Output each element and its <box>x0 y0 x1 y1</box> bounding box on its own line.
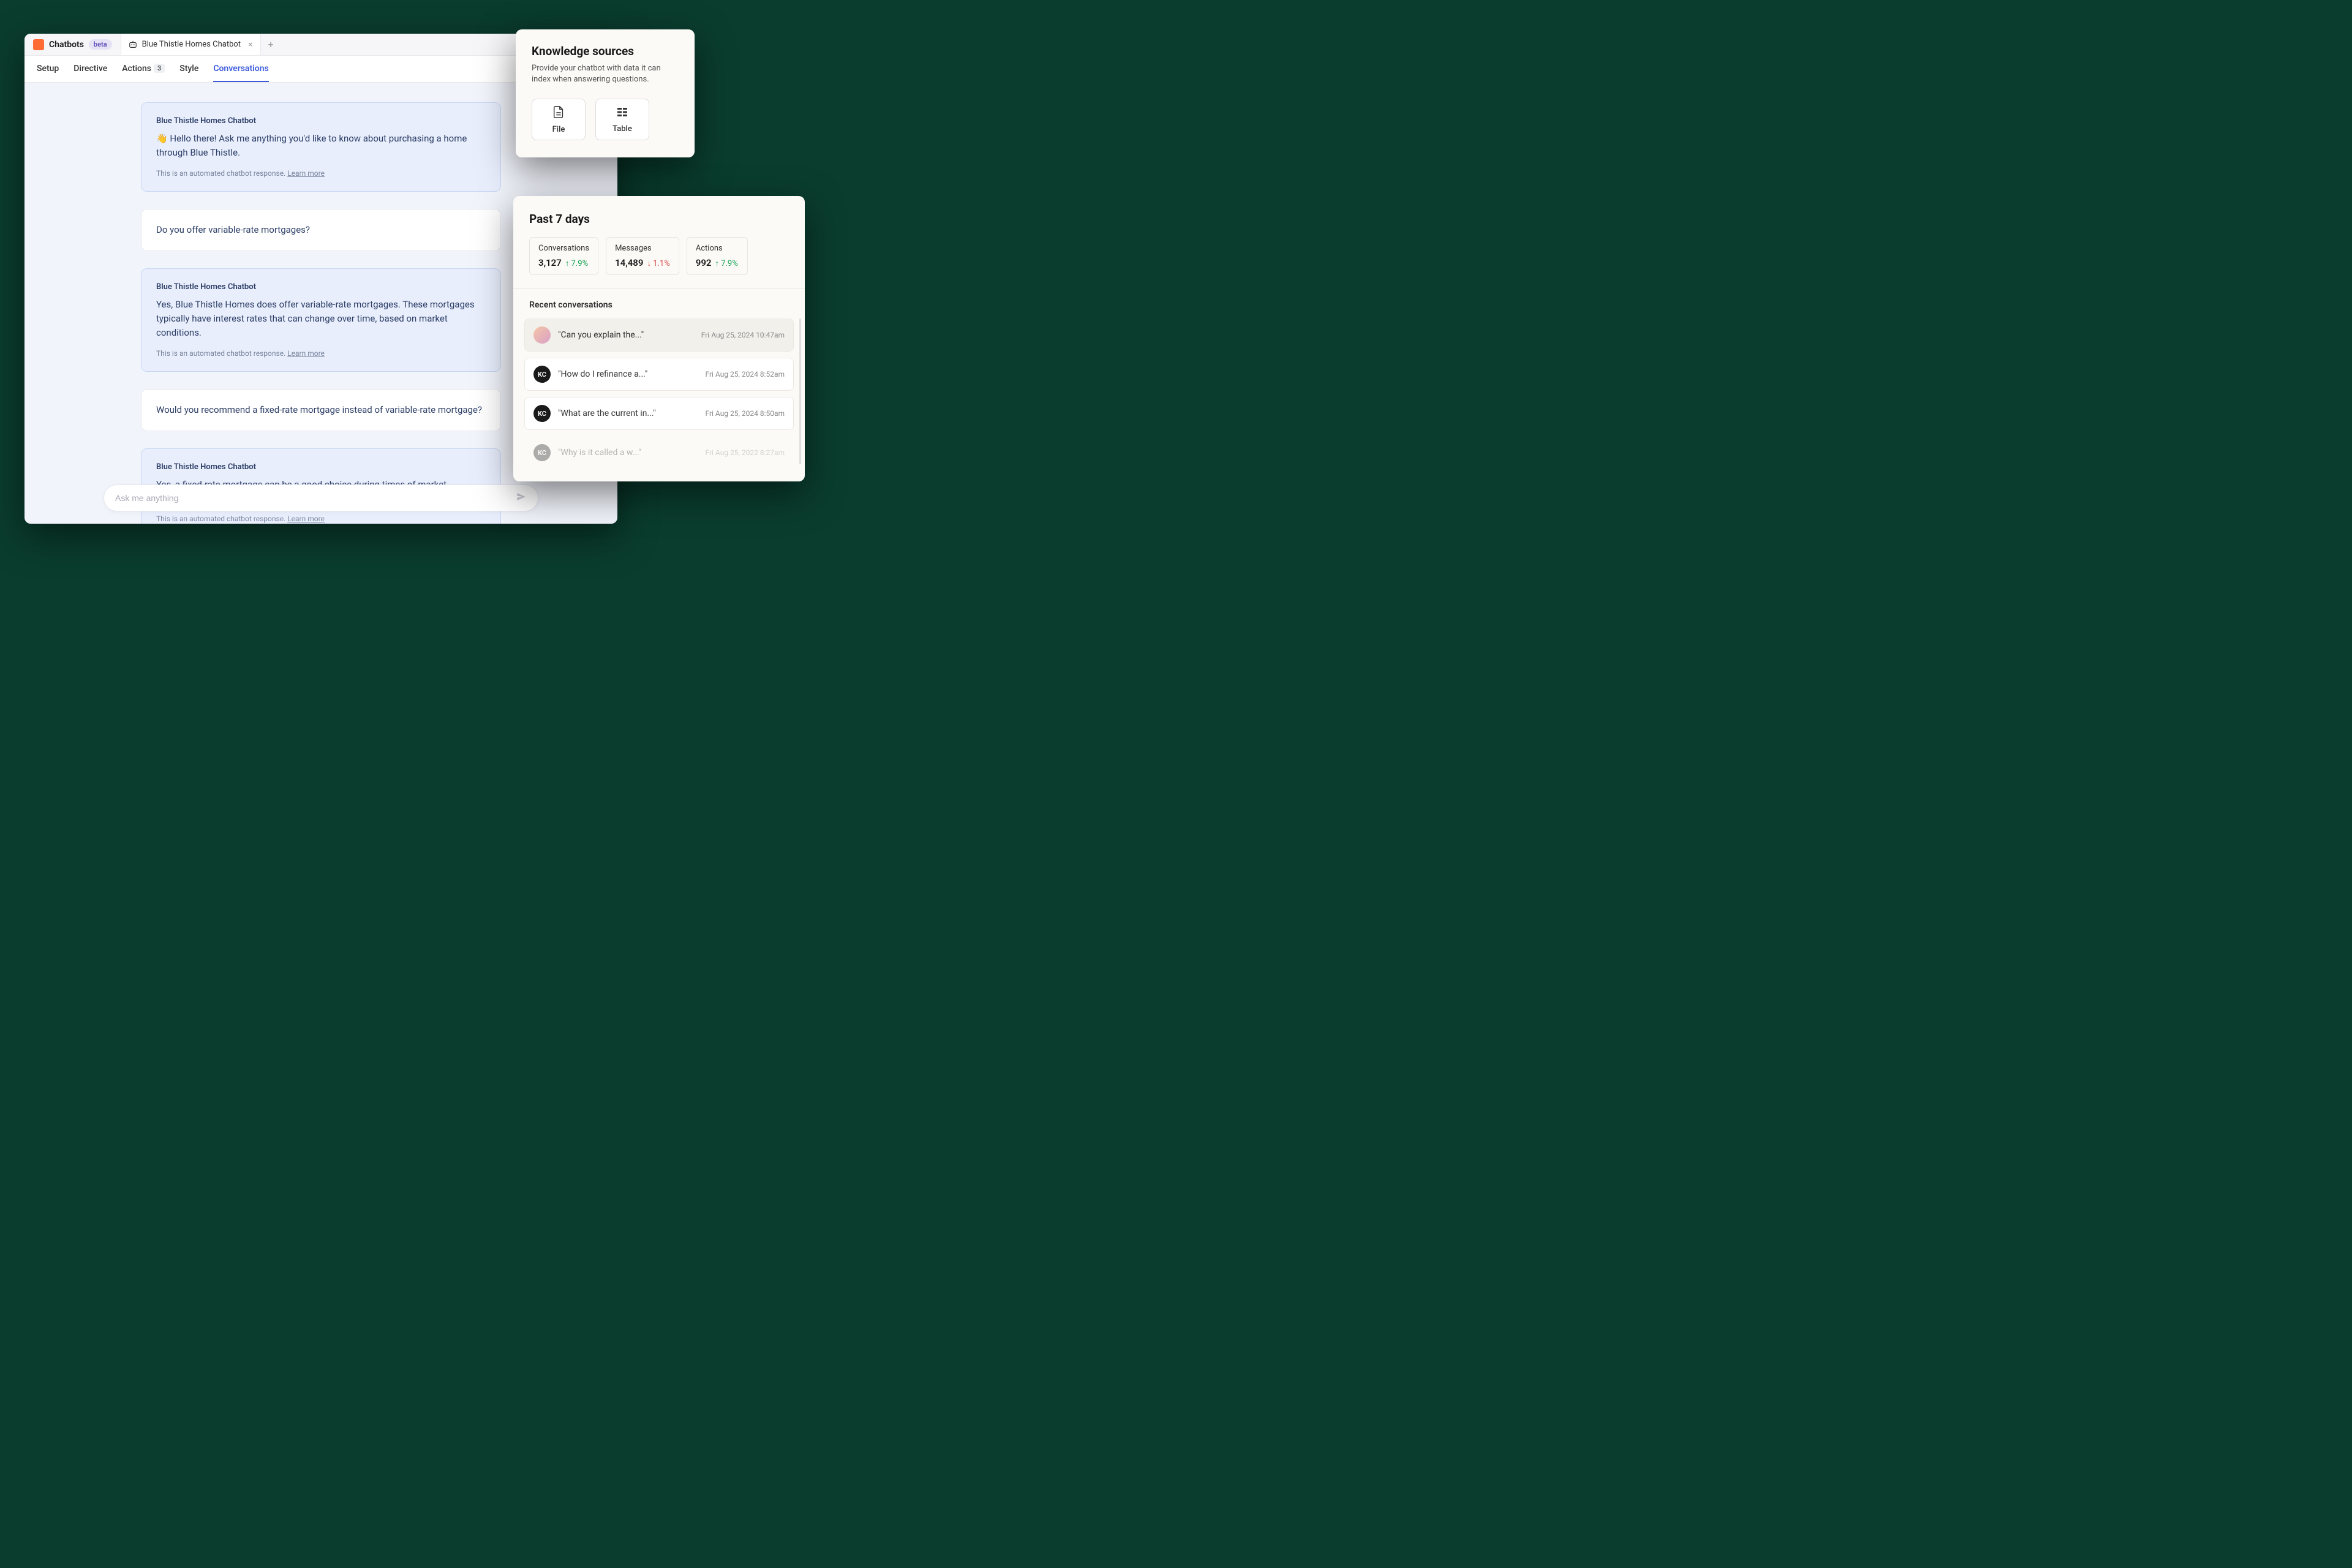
message-sender: Blue Thistle Homes Chatbot <box>156 282 486 292</box>
chat-input[interactable] <box>115 493 516 503</box>
message-sender: Blue Thistle Homes Chatbot <box>156 116 486 126</box>
stat-delta-up: ↑ 7.9% <box>715 259 737 268</box>
beta-badge: beta <box>89 39 112 50</box>
stat-card: Conversations 3,127↑ 7.9% <box>529 237 598 275</box>
tab-title: Blue Thistle Homes Chatbot <box>142 40 241 49</box>
conversation-text: "How do I refinance a..." <box>558 369 698 379</box>
user-message: Do you offer variable-rate mortgages? <box>141 209 501 251</box>
avatar: KC <box>533 366 551 383</box>
learn-more-link[interactable]: Learn more <box>287 349 325 358</box>
user-message: Would you recommend a fixed-rate mortgag… <box>141 389 501 431</box>
recent-title: Recent conversations <box>513 300 805 318</box>
message-body: Would you recommend a fixed-rate mortgag… <box>156 403 486 417</box>
message-body: Do you offer variable-rate mortgages? <box>156 223 486 237</box>
avatar: KC <box>533 444 551 461</box>
chat-input-bar <box>104 484 538 511</box>
avatar: KC <box>533 405 551 422</box>
message-sender: Blue Thistle Homes Chatbot <box>156 462 486 472</box>
stat-card: Messages 14,489 ↓ 1.1% <box>606 237 679 275</box>
stats-title: Past 7 days <box>529 212 789 226</box>
conversation-time: Fri Aug 25, 2022 8:27am <box>705 448 785 457</box>
send-icon[interactable] <box>516 491 527 505</box>
conversation-text: "Can you explain the..." <box>558 330 694 340</box>
message-body: Yes, Blue Thistle Homes does offer varia… <box>156 298 486 341</box>
conversation-item[interactable]: KC "How do I refinance a..." Fri Aug 25, 2… <box>524 358 794 391</box>
message-footer: This is an automated chatbot response. L… <box>156 169 486 178</box>
stat-label: Conversations <box>538 244 589 253</box>
conversation-time: Fri Aug 25, 2024 8:50am <box>705 409 785 418</box>
file-icon <box>552 105 565 121</box>
app-icon <box>33 39 44 50</box>
knowledge-table-button[interactable]: Table <box>595 99 649 140</box>
knowledge-buttons: File Table <box>532 99 679 140</box>
bot-message: Blue Thistle Homes Chatbot Yes, Blue This… <box>141 268 501 372</box>
file-label: File <box>552 125 565 134</box>
actions-count-badge: 3 <box>154 64 165 73</box>
avatar <box>533 326 551 344</box>
knowledge-title: Knowledge sources <box>532 44 679 58</box>
stat-value: 992 <box>696 257 712 268</box>
conversation-time: Fri Aug 25, 2024 8:52am <box>705 370 785 379</box>
subnav-setup[interactable]: Setup <box>37 56 59 82</box>
knowledge-sources-card: Knowledge sources Provide your chatbot w… <box>516 29 695 157</box>
subnav-conversations[interactable]: Conversations <box>213 56 268 82</box>
learn-more-link[interactable]: Learn more <box>287 514 325 523</box>
tab-add-button[interactable]: + <box>261 39 281 50</box>
message-footer: This is an automated chatbot response. L… <box>156 514 486 523</box>
conversation-text: "What are the current in..." <box>558 409 698 418</box>
conversation-time: Fri Aug 25, 2024 10:47am <box>701 331 785 339</box>
stat-label: Messages <box>615 244 670 253</box>
table-icon <box>616 106 628 121</box>
stats-card: Past 7 days Conversations3,127↑ 7.9%Mess… <box>513 196 805 481</box>
subnav-actions[interactable]: Actions 3 <box>122 56 165 82</box>
stat-delta-down: ↓ 1.1% <box>647 259 669 268</box>
app-title: Chatbots <box>49 40 84 50</box>
stat-card: Actions 992↑ 7.9% <box>687 237 748 275</box>
stat-value: 3,127 <box>538 257 562 268</box>
bot-message: Blue Thistle Homes Chatbot 👋 Hello there!… <box>141 102 501 192</box>
knowledge-subtitle: Provide your chatbot with data it can in… <box>532 63 679 85</box>
stat-delta-up: ↑ 7.9% <box>565 259 588 268</box>
titlebar-left: Chatbots beta <box>24 34 121 55</box>
stat-value: 14,489 <box>615 257 643 268</box>
message-footer: This is an automated chatbot response. L… <box>156 349 486 358</box>
conversation-text: "Why is it called a w..." <box>558 448 698 458</box>
tab-chatbot[interactable]: Blue Thistle Homes Chatbot × <box>121 34 261 55</box>
table-label: Table <box>612 124 632 134</box>
subnav-style[interactable]: Style <box>179 56 198 82</box>
learn-more-link[interactable]: Learn more <box>287 169 325 178</box>
knowledge-file-button[interactable]: File <box>532 99 586 140</box>
message-body: 👋 Hello there! Ask me anything you'd lik… <box>156 132 486 160</box>
stat-label: Actions <box>696 244 739 253</box>
conversation-item[interactable]: KC "Why is it called a w..." Fri Aug 25, 2… <box>524 436 794 469</box>
bot-icon <box>129 40 137 49</box>
tab-close-icon[interactable]: × <box>248 40 252 50</box>
subnav-directive[interactable]: Directive <box>74 56 107 82</box>
divider <box>513 288 805 289</box>
conversation-item[interactable]: "Can you explain the..." Fri Aug 25, 2024… <box>524 318 794 352</box>
conversation-item[interactable]: KC "What are the current in..." Fri Aug 25… <box>524 397 794 430</box>
